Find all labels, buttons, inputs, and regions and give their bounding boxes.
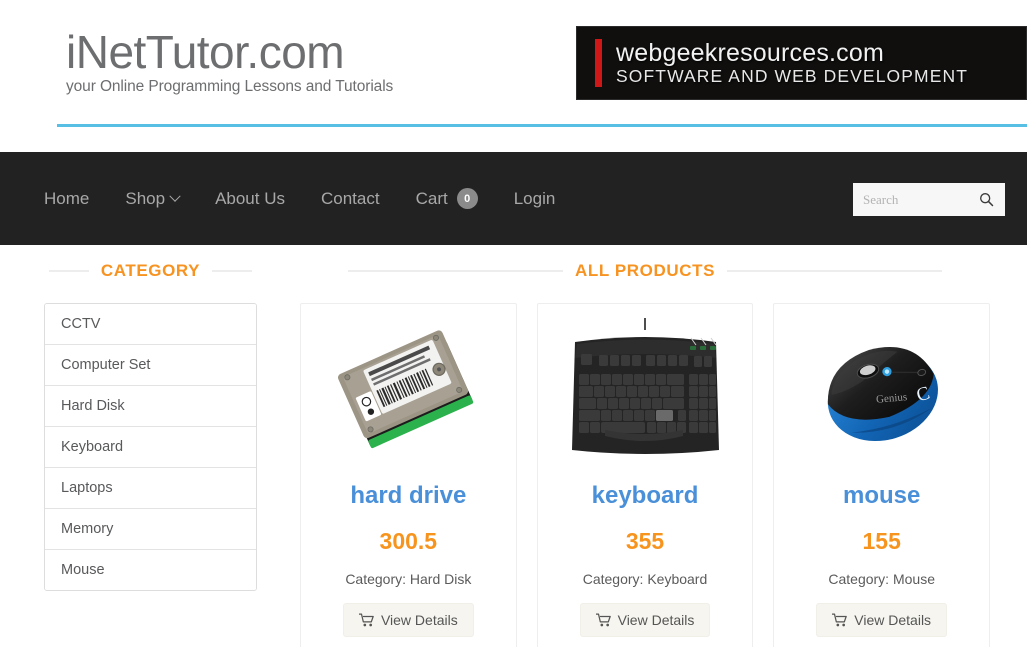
sidebar-item-cctv[interactable]: CCTV (45, 304, 256, 345)
product-category: Category: Keyboard (582, 570, 708, 587)
nav-item-label: Shop (125, 188, 166, 208)
sidebar-item-memory[interactable]: Memory (45, 509, 256, 550)
search-button[interactable] (975, 192, 1005, 207)
product-image-mouse: C Genius (786, 314, 977, 472)
product-price: 300.5 (379, 527, 438, 554)
nav-item-contact[interactable]: Contact (303, 189, 398, 209)
product-price: 355 (625, 527, 665, 554)
view-details-label: View Details (380, 611, 458, 628)
main-navbar: Home Shop About Us Contact Cart 0 Login (0, 152, 1027, 245)
nav-item-label: Home (44, 188, 90, 208)
view-details-button[interactable]: View Details (579, 602, 711, 637)
heading-rule-right (727, 270, 943, 272)
nav-item-login[interactable]: Login (496, 189, 574, 209)
nav-item-shop[interactable]: Shop (107, 189, 197, 209)
banner-subtitle: SOFTWARE AND WEB DEVELOPMENT (616, 65, 968, 86)
category-list: CCTV Computer Set Hard Disk Keyboard Lap… (44, 303, 257, 591)
view-details-label: View Details (617, 611, 695, 628)
chevron-down-icon (169, 190, 181, 202)
products-section: ALL PRODUCTS hard drive 300.5 Category: … (300, 261, 991, 647)
shopping-cart-icon (595, 613, 611, 627)
sidebar-item-mouse[interactable]: Mouse (45, 550, 256, 590)
search-box[interactable] (853, 183, 1005, 216)
sidebar-item-computer-set[interactable]: Computer Set (45, 345, 256, 386)
sidebar-item-laptops[interactable]: Laptops (45, 468, 256, 509)
product-name[interactable]: hard drive (313, 482, 504, 511)
all-products-heading-label: ALL PRODUCTS (574, 261, 716, 280)
view-details-button[interactable]: View Details (342, 602, 474, 637)
product-price: 155 (862, 527, 901, 554)
nav-link-list: Home Shop About Us Contact Cart 0 Login (44, 152, 573, 245)
product-card[interactable]: hard drive 300.5 Category: Hard Disk Vie… (300, 303, 517, 647)
view-details-label: View Details (854, 611, 932, 628)
product-category: Category: Hard Disk (345, 570, 472, 587)
nav-item-label: Contact (321, 188, 380, 208)
all-products-heading: ALL PRODUCTS (300, 261, 990, 281)
mouse-photo: C Genius (827, 347, 938, 442)
logo-tagline: your Online Programming Lessons and Tuto… (66, 78, 394, 96)
sidebar-item-hard-disk[interactable]: Hard Disk (45, 386, 256, 427)
keyboard-photo (571, 318, 719, 454)
site-header: iNetTutor.com your Online Programming Le… (0, 0, 1027, 152)
heading-rule-right (212, 270, 253, 272)
nav-item-label: Login (513, 188, 556, 208)
header-divider (57, 124, 1027, 127)
banner-title: webgeekresources.com (616, 39, 885, 68)
product-name[interactable]: keyboard (550, 482, 741, 511)
cart-count-badge: 0 (456, 188, 478, 209)
category-heading: CATEGORY (44, 261, 257, 281)
search-icon (980, 193, 994, 207)
view-details-button[interactable]: View Details (816, 602, 948, 637)
product-card[interactable]: keyboard 355 Category: Keyboard View Det… (536, 303, 754, 647)
product-card[interactable]: C Genius mouse 155 Category: Mouse View … (773, 303, 991, 647)
banner-accent-bar (595, 39, 602, 87)
heading-rule-left (48, 270, 89, 272)
nav-item-about-us[interactable]: About Us (197, 189, 303, 209)
sidebar-item-keyboard[interactable]: Keyboard (45, 427, 256, 468)
site-logo[interactable]: iNetTutor.com your Online Programming Le… (66, 28, 486, 96)
banner-text: webgeekresources.com SOFTWARE AND WEB DE… (616, 40, 968, 86)
category-sidebar: CATEGORY CCTV Computer Set Hard Disk Key… (44, 261, 257, 591)
sponsor-banner[interactable]: webgeekresources.com SOFTWARE AND WEB DE… (576, 26, 1027, 100)
category-heading-label: CATEGORY (100, 261, 201, 280)
search-input[interactable] (853, 183, 975, 216)
main-content: CATEGORY CCTV Computer Set Hard Disk Key… (0, 245, 1027, 647)
nav-item-home[interactable]: Home (44, 189, 107, 209)
hard-drive-photo (338, 330, 474, 449)
shopping-cart-icon (358, 613, 374, 627)
product-grid: hard drive 300.5 Category: Hard Disk Vie… (300, 303, 991, 647)
product-category: Category: Mouse (828, 570, 935, 587)
product-image-keyboard (550, 314, 741, 472)
shopping-cart-icon (832, 613, 848, 627)
product-image-hard-drive (313, 314, 504, 472)
logo-title: iNetTutor.com (66, 26, 345, 78)
nav-item-cart[interactable]: Cart 0 (398, 188, 496, 209)
nav-item-label: Cart (415, 188, 448, 208)
heading-rule-left (347, 270, 563, 272)
product-name[interactable]: mouse (786, 482, 977, 511)
nav-item-label: About Us (215, 188, 285, 208)
